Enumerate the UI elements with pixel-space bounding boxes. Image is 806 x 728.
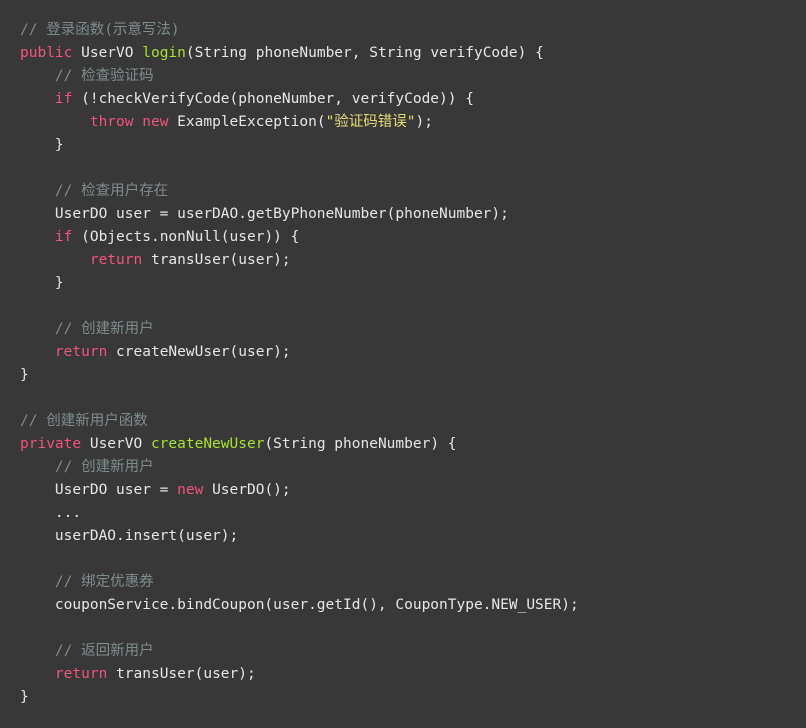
code-line: if (Objects.nonNull(user)) { — [20, 226, 806, 249]
code-text: UserDO user = — [20, 482, 178, 498]
code-text: UserDO user = userDAO.getByPhoneNumber(p… — [20, 206, 509, 222]
code-line: throw new ExampleException("验证码错误"); — [20, 111, 806, 134]
code-text: } — [20, 689, 29, 705]
code-text: createNewUser(user); — [107, 344, 291, 360]
code-text: (String phoneNumber) { — [264, 436, 457, 452]
code-line: return transUser(user); — [20, 249, 806, 272]
code-line: // 返回新用户 — [20, 640, 806, 663]
code-text: UserVO — [81, 436, 151, 452]
code-text: ... — [20, 505, 82, 521]
code-text: ExampleException( — [168, 114, 326, 130]
code-text: (String phoneNumber, String verifyCode) … — [185, 45, 544, 61]
code-line: // 登录函数(示意写法) — [20, 19, 806, 42]
code-line: } — [20, 134, 806, 157]
code-line: public UserVO login(String phoneNumber, … — [20, 42, 806, 65]
code-comment: // 绑定优惠券 — [54, 574, 154, 590]
code-text: ); — [415, 114, 434, 130]
code-comment: // 创建新用户 — [54, 459, 154, 475]
code-line: userDAO.insert(user); — [20, 525, 806, 548]
code-line: // 检查验证码 — [20, 65, 806, 88]
code-keyword: if — [54, 91, 73, 107]
code-function-name: createNewUser — [150, 436, 265, 452]
code-comment: // 登录函数(示意写法) — [20, 22, 180, 38]
code-text: } — [20, 367, 29, 383]
code-function-name: login — [142, 45, 186, 61]
code-text: transUser(user); — [142, 252, 291, 268]
code-text: } — [20, 275, 64, 291]
code-line: // 创建新用户 — [20, 456, 806, 479]
code-line: // 创建新用户函数 — [20, 410, 806, 433]
code-text: UserDO(); — [203, 482, 291, 498]
code-text: userDAO.insert(user); — [20, 528, 239, 544]
code-keyword: return — [54, 666, 108, 682]
code-keyword: new — [177, 482, 204, 498]
code-lines: // 登录函数(示意写法) public UserVO login(String … — [20, 19, 806, 709]
code-comment: // 创建新用户 — [54, 321, 154, 337]
code-line: ... — [20, 502, 806, 525]
code-line: couponService.bindCoupon(user.getId(), C… — [20, 594, 806, 617]
code-comment: // 检查验证码 — [54, 68, 154, 84]
code-keyword: return — [54, 344, 108, 360]
code-line: // 检查用户存在 — [20, 180, 806, 203]
code-line: private UserVO createNewUser(String phon… — [20, 433, 806, 456]
code-text: couponService.bindCoupon(user.getId(), C… — [20, 597, 579, 613]
code-keyword: return — [89, 252, 143, 268]
code-line: return createNewUser(user); — [20, 341, 806, 364]
code-line: // 绑定优惠券 — [20, 571, 806, 594]
code-text: (!checkVerifyCode(phoneNumber, verifyCod… — [72, 91, 474, 107]
code-text: UserVO — [72, 45, 143, 61]
code-line: // 创建新用户 — [20, 318, 806, 341]
code-line: } — [20, 364, 806, 387]
code-text: (Objects.nonNull(user)) { — [72, 229, 300, 245]
code-keyword: private — [20, 436, 82, 452]
code-comment: // 返回新用户 — [54, 643, 154, 659]
code-comment: // 检查用户存在 — [54, 183, 169, 199]
code-line: if (!checkVerifyCode(phoneNumber, verify… — [20, 88, 806, 111]
code-line: } — [20, 686, 806, 709]
code-line: UserDO user = new UserDO(); — [20, 479, 806, 502]
code-comment: // 创建新用户函数 — [20, 413, 148, 429]
code-line: return transUser(user); — [20, 663, 806, 686]
code-text: transUser(user); — [107, 666, 256, 682]
code-keyword: public — [20, 45, 73, 61]
code-text: } — [20, 137, 64, 153]
code-string: "验证码错误" — [325, 114, 416, 130]
code-line: } — [20, 272, 806, 295]
code-keyword: throw — [89, 114, 134, 130]
code-line: UserDO user = userDAO.getByPhoneNumber(p… — [20, 203, 806, 226]
code-keyword: if — [54, 229, 73, 245]
code-keyword: new — [142, 114, 169, 130]
code-block: // 登录函数(示意写法) public UserVO login(String … — [0, 0, 806, 728]
